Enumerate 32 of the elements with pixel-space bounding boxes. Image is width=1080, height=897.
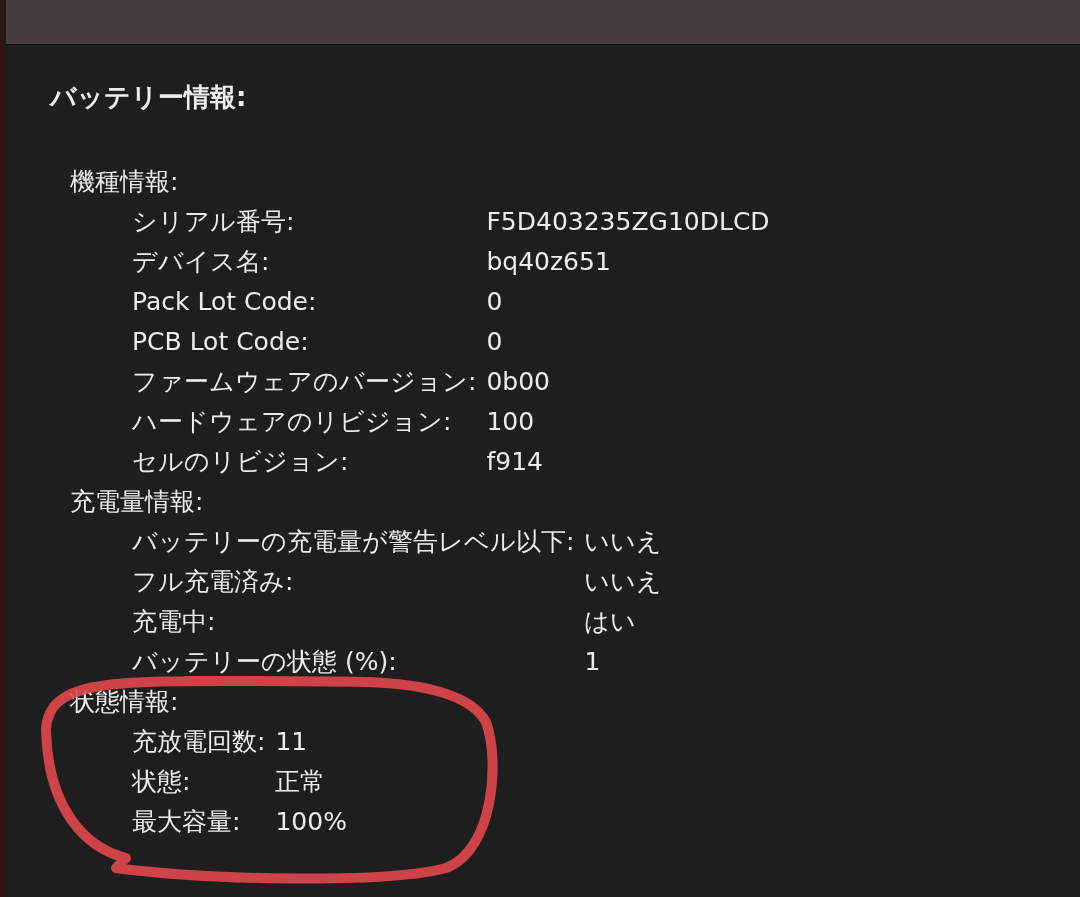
field-label: 最大容量: xyxy=(132,806,242,838)
field-label: シリアル番号: xyxy=(132,206,296,238)
field-value: 0 xyxy=(486,286,504,318)
field-value: はい xyxy=(584,606,638,638)
field-label: ハードウェアのリビジョン: xyxy=(132,406,453,438)
field-label: Pack Lot Code: xyxy=(132,286,318,318)
group-heading: 充電量情報: xyxy=(70,486,205,518)
field-value: bq40z651 xyxy=(486,246,612,278)
field-label: 状態: xyxy=(132,766,192,798)
field-value: 1 xyxy=(584,646,602,678)
field-label: フル充電済み: xyxy=(132,566,295,598)
field-label: デバイス名: xyxy=(132,246,271,278)
field-label: バッテリーの充電量が警告レベル以下: xyxy=(132,526,575,558)
field-value: いいえ xyxy=(584,526,664,558)
field-label: セルのリビジョン: xyxy=(132,446,350,478)
group-heading: 状態情報: xyxy=(70,686,180,718)
field-label: バッテリーの状態 (%): xyxy=(132,646,398,678)
field-value: 0 xyxy=(486,326,504,358)
field-value: 0b00 xyxy=(486,366,552,398)
field-label: 充電中: xyxy=(132,606,217,638)
field-value: 100 xyxy=(486,406,536,438)
section-title: バッテリー情報: xyxy=(50,81,248,114)
field-value: 正常 xyxy=(275,766,327,798)
group-heading: 機種情報: xyxy=(70,166,180,198)
field-label: PCB Lot Code: xyxy=(132,326,310,358)
field-label: 充放電回数: xyxy=(132,726,266,758)
field-value: F5D403235ZG10DLCD xyxy=(486,206,771,238)
field-value: f914 xyxy=(486,446,544,478)
field-value: いいえ xyxy=(584,566,664,598)
field-value: 100% xyxy=(275,806,348,838)
field-label: ファームウェアのバージョン: xyxy=(132,366,477,398)
field-value: 11 xyxy=(275,726,309,758)
